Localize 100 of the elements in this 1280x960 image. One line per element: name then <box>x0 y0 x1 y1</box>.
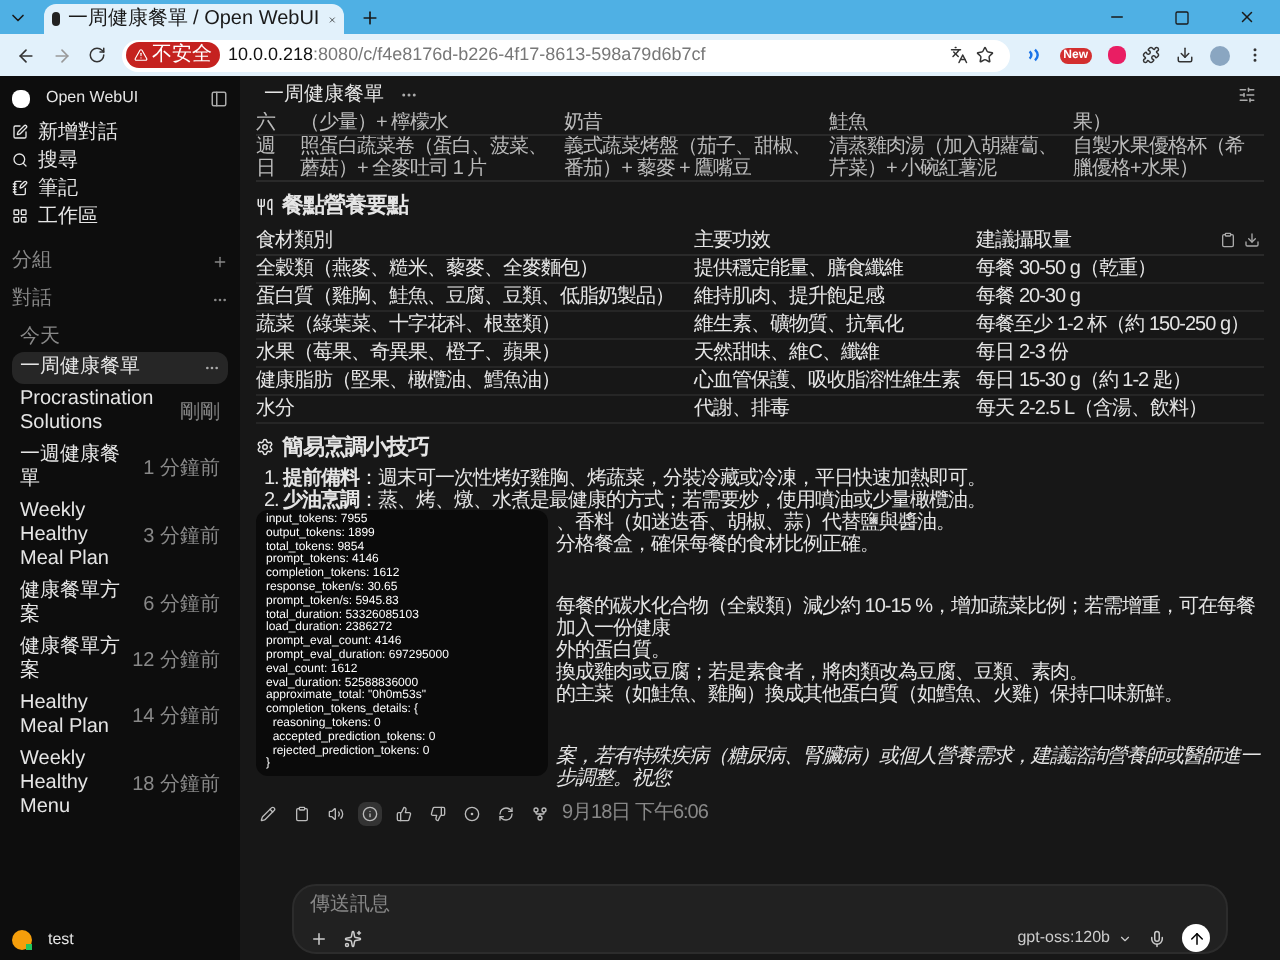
thumbs-up-icon[interactable] <box>392 801 416 825</box>
arrow-up-icon <box>1187 929 1205 947</box>
table-cell: 健康脂肪（堅果、橄欖油、鱈魚油） <box>256 366 695 394</box>
table-cell: 維生素、礦物質、抗氧化 <box>694 310 977 338</box>
list-item: 1. 提前備料：週末可一次性烤好雞胸、烤蔬菜，分裝冷藏或冷凍，平日快速加熱即可。 <box>262 468 989 490</box>
paragraph-text: 、香料（如迷迭香、胡椒、蒜）代替鹽與醬油。 <box>556 512 957 534</box>
chat-item[interactable]: Weekly Healthy Meal Plan 3 分鐘前 <box>12 496 228 576</box>
table-cell: 鮭魚 <box>828 112 1073 135</box>
maximize-icon[interactable] <box>1174 9 1190 25</box>
nav-item[interactable]: 新增對話 <box>12 118 228 146</box>
wave-icon[interactable] <box>1025 46 1044 64</box>
sparkle-icon[interactable] <box>344 929 362 947</box>
plus-icon[interactable] <box>310 929 328 947</box>
paragraph-text: 外的蛋白質。 <box>556 640 670 662</box>
browser-tab[interactable]: 一周健康餐單 / Open WebUI <box>44 4 344 34</box>
section-heading: 餐點營養要點 <box>282 191 408 222</box>
thumbs-down-icon[interactable] <box>426 801 450 825</box>
download-icon[interactable] <box>1244 232 1260 248</box>
table-cell: 每日 2-3 份 <box>976 338 1264 366</box>
chat-item[interactable]: Healthy Meal Plan 14 分鐘前 <box>12 688 228 744</box>
url-text: 10.0.0.218:8080/c/f4e8176d-b226-4f17-8613-598a79d6b7cf <box>228 41 706 68</box>
nav-item[interactable]: 搜尋 <box>12 146 228 174</box>
share-icon[interactable] <box>528 801 552 825</box>
extension-icon[interactable] <box>1108 46 1126 64</box>
paragraph-text: 換成雞肉或豆腐；若是素食者，將肉類改為豆腐、豆類、素肉。 <box>556 662 1088 684</box>
clipboard-icon[interactable] <box>290 801 314 825</box>
table-cell: 義式蔬菜烤盤（茄子、甜椒、番茄）+ 藜麥 + 鷹嘴豆 <box>564 135 829 181</box>
close-icon[interactable] <box>327 11 336 27</box>
table-cell: 蛋白質（雞胸、鮭魚、豆腐、豆類、低脂奶製品） <box>256 282 695 310</box>
sidebar-toggle-icon[interactable] <box>210 89 228 107</box>
grid-icon <box>12 208 28 224</box>
pencil-square-icon <box>12 124 28 140</box>
chat-item[interactable]: 一週健康餐單 1 分鐘前 <box>12 440 228 496</box>
chat-item[interactable]: 一周健康餐單 <box>12 352 228 384</box>
notebook-icon <box>12 180 28 196</box>
security-badge[interactable]: 不安全 <box>126 42 220 68</box>
table-cell: 心血管保護、吸收脂溶性維生素 <box>694 366 977 394</box>
section-label: 分組 <box>12 248 52 276</box>
table-cell: 蔬菜（綠葉菜、十字花科、根莖類） <box>256 310 695 338</box>
table-cell: 每日 15-30 g（約 1-2 匙） <box>976 366 1264 394</box>
refresh-icon[interactable] <box>494 801 518 825</box>
close-window-icon[interactable] <box>1238 8 1256 26</box>
address-bar[interactable]: 不安全 10.0.0.218:8080/c/f4e8176d-b226-4f17-8613-598a79d6b7cf <box>122 39 1010 71</box>
translate-icon[interactable] <box>949 46 968 64</box>
copy-icon[interactable] <box>1220 232 1236 248</box>
chat-item[interactable]: Procrastination Solutions 剛剛 <box>12 384 228 440</box>
tab-title: 一周健康餐單 / Open WebUI <box>67 8 320 30</box>
table-cell: （少量）+ 檸檬水 <box>300 112 565 135</box>
column-header: 食材類別 <box>256 227 695 254</box>
info-icon[interactable] <box>358 801 382 825</box>
bookmark-star-icon[interactable] <box>975 46 994 64</box>
download-icon[interactable] <box>1176 46 1194 64</box>
utensils-icon <box>256 197 274 216</box>
table-cell: 每餐至少 1-2 杯（約 150-250 g） <box>976 310 1264 338</box>
settings-icon[interactable] <box>1238 85 1256 103</box>
paragraph-text: 案，若有特殊疾病（糖尿病、腎臟病）或個人營養需求，建議諮詢營養師或醫師進一步調整。祝您 <box>556 746 1263 790</box>
list-item: 2. 少油烹調：蒸、烤、燉、水煮是最健康的方式；若需要炒，使用噴油或少量橄欖油。 <box>262 490 989 512</box>
table-cell: 代謝、排毒 <box>694 394 977 422</box>
nav-item[interactable]: 工作區 <box>12 202 228 230</box>
table-cell: 維持肌肉、提升飽足感 <box>694 282 977 310</box>
table-cell: 水果（莓果、奇異果、橙子、蘋果） <box>256 338 695 366</box>
table-cell: 奶昔 <box>564 112 829 135</box>
table-cell: 週日 <box>256 135 300 181</box>
table-cell: 天然甜味、維C、纖維 <box>694 338 977 366</box>
reload-icon[interactable] <box>88 46 106 64</box>
table-cell: 每餐 30-50 g（乾重） <box>976 254 1264 282</box>
puzzle-icon[interactable] <box>1142 46 1160 64</box>
chat-item[interactable]: 健康餐單方案 6 分鐘前 <box>12 576 228 632</box>
new-tab-icon[interactable] <box>360 7 380 27</box>
table-cell: 自製水果優格杯（希臘優格+水果） <box>1072 135 1264 181</box>
send-button[interactable] <box>1182 924 1210 952</box>
table-cell: 清蒸雞肉湯（加入胡蘿蔔、芹菜）+ 小碗紅薯泥 <box>828 135 1073 181</box>
chat-item[interactable]: Weekly Healthy Menu 18 分鐘前 <box>12 744 228 824</box>
table-cell: 每天 2-2.5 L（含湯、飲料） <box>976 394 1264 422</box>
back-icon[interactable] <box>16 45 36 65</box>
table-cell: 全穀類（燕麥、糙米、藜麥、全麥麵包） <box>256 254 695 282</box>
user-avatar[interactable] <box>12 930 32 950</box>
message-composer[interactable]: 傳送訊息 gpt-oss:120b <box>292 884 1228 954</box>
add-icon[interactable] <box>212 253 228 269</box>
nav-item[interactable]: 筆記 <box>12 174 228 202</box>
column-header: 主要功效 <box>694 227 977 254</box>
timestamp: 9月18日 下午6:06 <box>562 800 708 828</box>
table-cell: 果） <box>1072 112 1264 135</box>
section-heading: 簡易烹調小技巧 <box>282 433 429 463</box>
chevron-down-icon <box>1118 931 1132 945</box>
table-cell: 每餐 20-30 g <box>976 282 1264 310</box>
gear-icon <box>256 438 274 457</box>
pencil-icon[interactable] <box>256 801 280 825</box>
table-cell: 照蛋白蔬菜卷（蛋白、菠菜、蘑菇）+ 全麥吐司 1 片 <box>300 135 565 181</box>
date-label: 今天 <box>20 324 62 352</box>
favicon-icon <box>52 12 60 26</box>
model-selector[interactable]: gpt-oss:120b <box>1017 926 1132 950</box>
app-name: Open WebUI <box>46 86 141 110</box>
microphone-icon[interactable] <box>1148 929 1166 947</box>
message-input[interactable]: 傳送訊息 <box>310 892 1210 918</box>
circle-dot-icon[interactable] <box>460 801 484 825</box>
paragraph-text: 分格餐盒，確保每餐的食材比例正確。 <box>556 534 881 556</box>
user-name: test <box>48 928 74 952</box>
paragraph-text: 每餐的碳水化合物（全穀類）減少約 10-15 %，增加蔬菜比例；若需增重，可在每餐加入一份健康 <box>556 596 1258 640</box>
chat-title: 一周健康餐單 <box>264 81 384 109</box>
